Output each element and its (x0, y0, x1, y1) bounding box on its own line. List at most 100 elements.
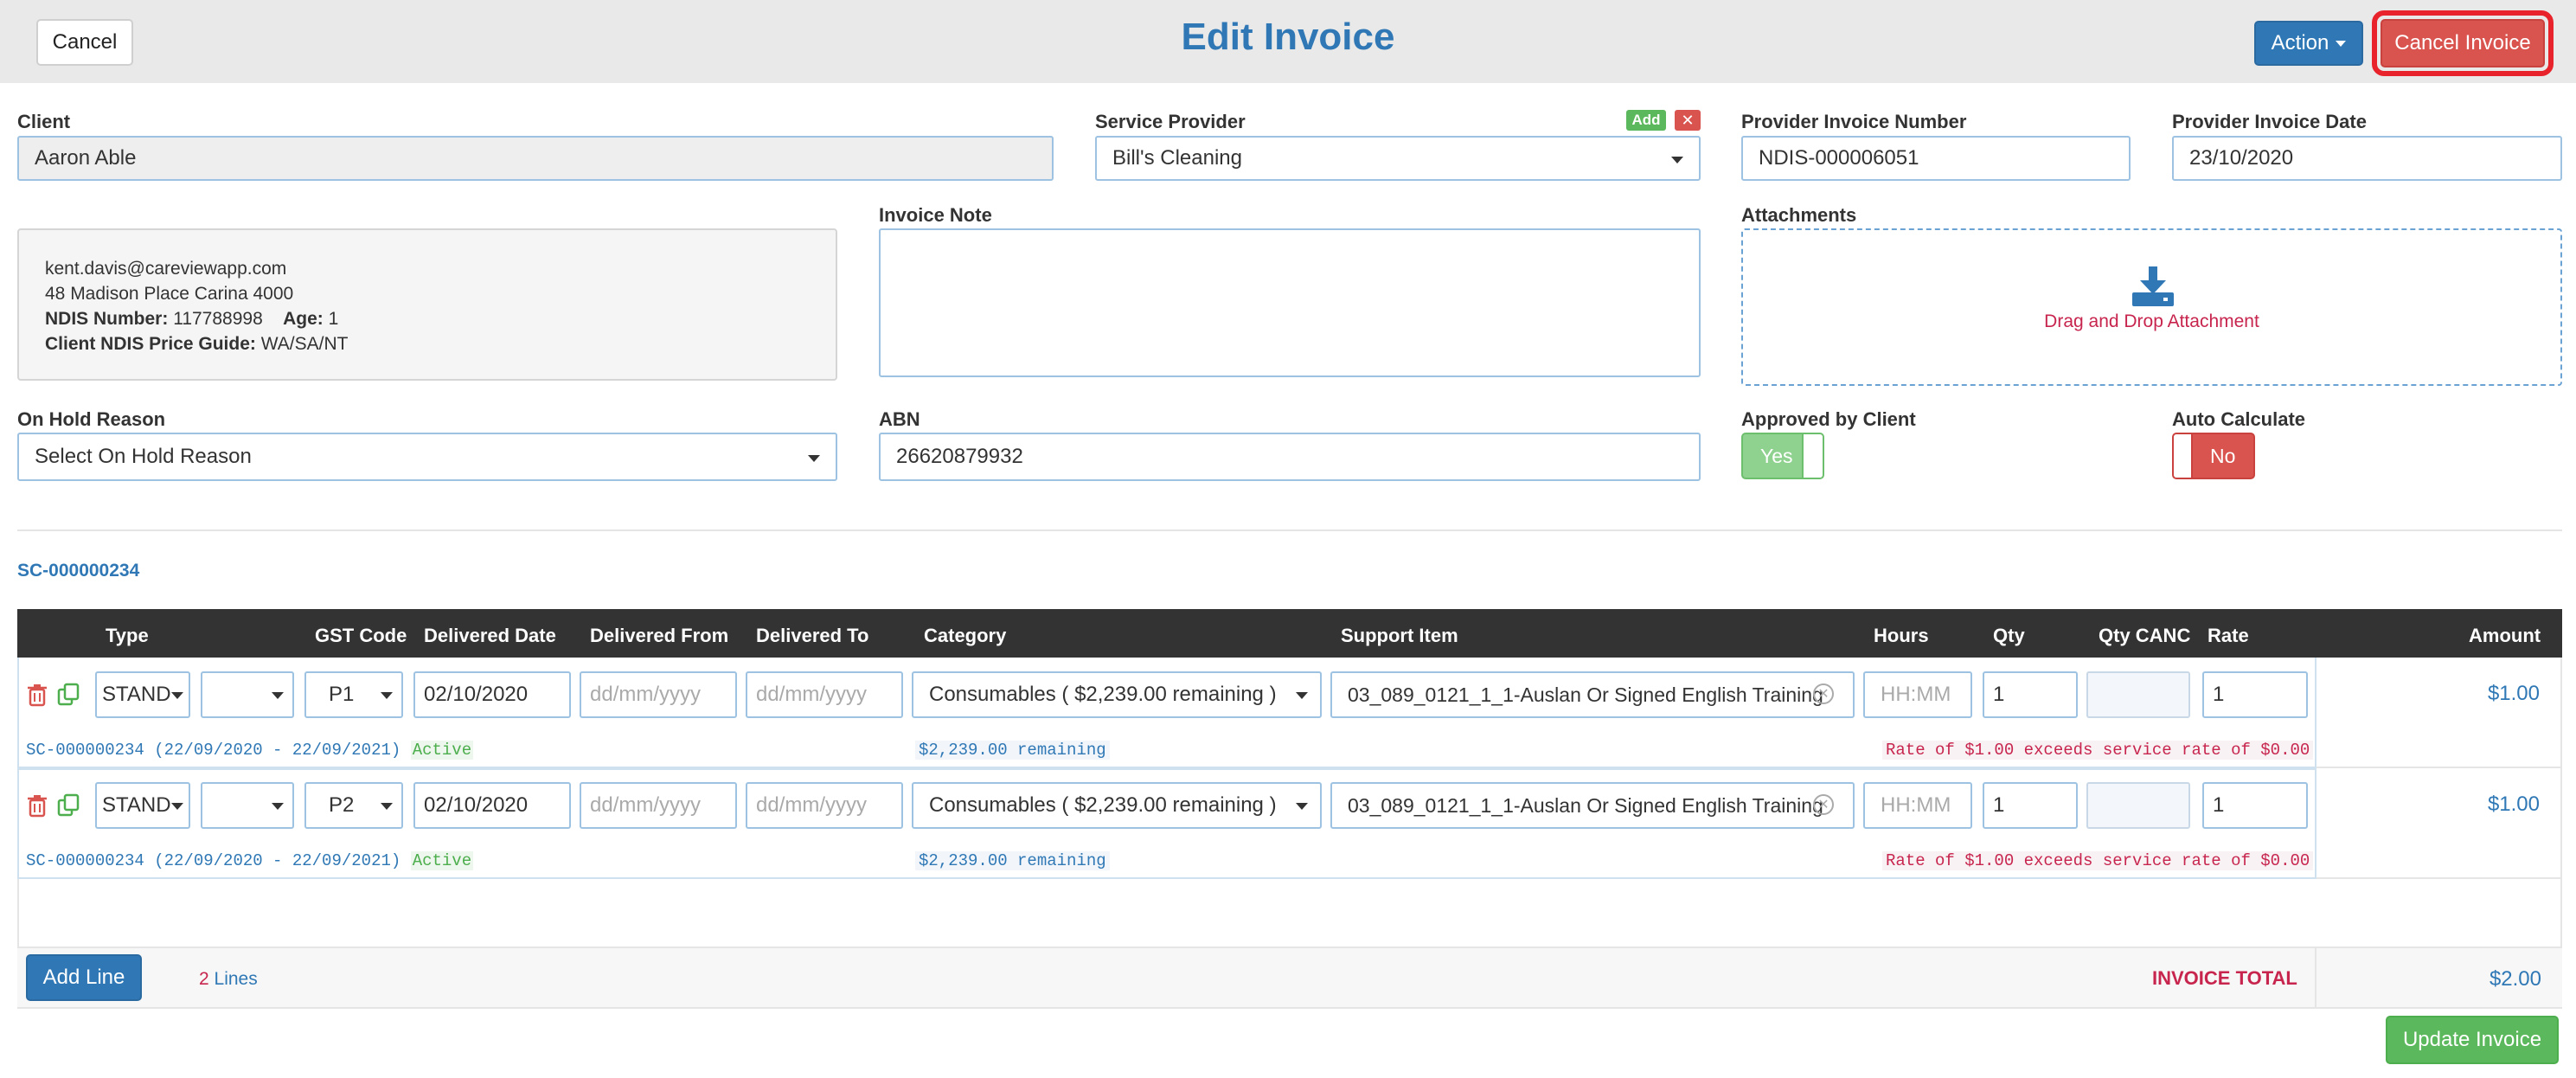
on-hold-reason-value: Select On Hold Reason (35, 445, 252, 468)
col-delivered-to: Delivered To (756, 625, 869, 646)
service-provider-select[interactable]: Bill's Cleaning (1095, 136, 1701, 181)
category-select[interactable]: Consumables ( $2,239.00 remaining ) (912, 671, 1322, 718)
add-line-button[interactable]: Add Line (26, 954, 142, 1001)
support-item-value: 03_089_0121_1_1-Auslan Or Signed English… (1348, 793, 1823, 817)
rate-warning: Rate of $1.00 exceeds service rate of $0… (1882, 851, 2314, 870)
invoice-lines-header: Type GST Code Delivered Date Delivered F… (17, 609, 2562, 658)
approved-by-client-label: Approved by Client (1741, 408, 1916, 430)
gst-code-select[interactable]: P1 (304, 671, 403, 718)
remove-provider-button[interactable]: ✕ (1675, 110, 1701, 131)
update-invoice-button[interactable]: Update Invoice (2386, 1016, 2559, 1064)
empty-row (17, 879, 2562, 946)
total-divider (2315, 948, 2316, 1007)
delivered-from-input[interactable]: dd/mm/yyyy (580, 671, 737, 718)
gst-extra-select[interactable] (201, 671, 294, 718)
service-provider-label: Service Provider (1095, 111, 1246, 132)
line-amount: $1.00 (2487, 682, 2540, 705)
delivered-to-input[interactable]: dd/mm/yyyy (746, 782, 903, 829)
action-dropdown-button[interactable]: Action (2254, 21, 2363, 66)
abn-input[interactable]: 26620879932 (879, 433, 1701, 481)
line-contract-info: SC-000000234 (22/09/2020 - 22/09/2021) A… (26, 851, 474, 870)
delivered-date-input[interactable]: 02/10/2020 (413, 782, 571, 829)
ndis-number-value: 117788998 (173, 309, 263, 329)
client-field: Aaron Able (17, 136, 1054, 181)
invoice-total-value: $2.00 (2489, 967, 2541, 991)
remaining-amount: $2,239.00 (919, 741, 1008, 760)
trash-icon[interactable] (24, 682, 50, 708)
hours-input[interactable]: HH:MM (1863, 671, 1972, 718)
qty-input[interactable]: 1 (1983, 782, 2078, 829)
col-delivered-date: Delivered Date (424, 625, 556, 646)
qty-canc-input (2086, 782, 2190, 829)
invoice-footer-row: INVOICE TOTAL $2.00 2 Lines (17, 946, 2562, 1009)
chevron-down-icon (171, 692, 183, 699)
support-item-select[interactable]: 03_089_0121_1_1-Auslan Or Signed English… (1330, 782, 1855, 829)
toggle-knob (1802, 434, 1823, 478)
category-remaining: $2,239.00 remaining (915, 851, 1110, 870)
lines-count-number: 2 (199, 969, 209, 989)
amount-cell: $1.00 (2316, 768, 2562, 879)
delivered-to-input[interactable]: dd/mm/yyyy (746, 671, 903, 718)
copy-icon[interactable] (55, 792, 81, 818)
delivered-date-input[interactable]: 02/10/2020 (413, 671, 571, 718)
on-hold-reason-select[interactable]: Select On Hold Reason (17, 433, 837, 481)
hours-input[interactable]: HH:MM (1863, 782, 1972, 829)
rate-input[interactable]: 1 (2202, 671, 2308, 718)
clear-icon[interactable]: ✕ (1813, 794, 1834, 815)
client-info-card: kent.davis@careviewapp.com 48 Madison Pl… (17, 228, 837, 381)
chevron-down-icon (381, 692, 393, 699)
attachment-dropzone[interactable]: Drag and Drop Attachment (1741, 228, 2562, 386)
client-price-guide-row: Client NDIS Price Guide: WA/SA/NT (45, 331, 810, 356)
gst-extra-select[interactable] (201, 782, 294, 829)
qty-input[interactable]: 1 (1983, 671, 2078, 718)
client-email: kent.davis@careviewapp.com (45, 259, 287, 279)
client-address: 48 Madison Place Carina 4000 (45, 284, 294, 304)
download-icon (2132, 266, 2174, 306)
remaining-amount: $2,239.00 (919, 851, 1008, 870)
status-badge: Active (410, 851, 474, 870)
category-select[interactable]: Consumables ( $2,239.00 remaining ) (912, 782, 1322, 829)
gst-code-value: P1 (329, 683, 355, 706)
cancel-invoice-button[interactable]: Cancel Invoice (2381, 19, 2545, 67)
toggle-knob (2174, 434, 2193, 478)
approved-by-client-toggle[interactable]: Yes (1741, 433, 1824, 479)
col-delivered-from: Delivered From (590, 625, 729, 646)
rate-warning: Rate of $1.00 exceeds service rate of $0… (1882, 741, 2314, 760)
service-contract-link[interactable]: SC-000000234 (17, 561, 139, 581)
col-hours: Hours (1874, 625, 1929, 646)
provider-invoice-date-input[interactable]: 23/10/2020 (2172, 136, 2562, 181)
trash-icon[interactable] (24, 792, 50, 818)
page-title: Edit Invoice (1181, 16, 1395, 58)
category-value: Consumables ( $2,239.00 remaining ) (929, 683, 1277, 706)
support-item-select[interactable]: 03_089_0121_1_1-Auslan Or Signed English… (1330, 671, 1855, 718)
type-value: STAND (102, 793, 171, 817)
invoice-note-textarea[interactable] (879, 228, 1701, 377)
provider-invoice-number-input[interactable]: NDIS-000006051 (1741, 136, 2131, 181)
rate-input[interactable]: 1 (2202, 782, 2308, 829)
provider-invoice-number-label: Provider Invoice Number (1741, 111, 1967, 132)
action-label: Action (2271, 31, 2329, 55)
auto-calculate-toggle[interactable]: No (2172, 433, 2255, 479)
invoice-note-label: Invoice Note (879, 204, 992, 226)
add-provider-button[interactable]: Add (1626, 110, 1666, 131)
type-select[interactable]: STAND (95, 782, 190, 829)
copy-icon[interactable] (55, 682, 81, 708)
chevron-down-icon (272, 803, 284, 810)
delivered-from-input[interactable]: dd/mm/yyyy (580, 782, 737, 829)
gst-code-select[interactable]: P2 (304, 782, 403, 829)
lines-count: 2 Lines (199, 969, 258, 990)
attachment-hint: Drag and Drop Attachment (2044, 311, 2259, 331)
attachments-label: Attachments (1741, 204, 1857, 226)
clear-icon[interactable]: ✕ (1813, 683, 1834, 704)
amount-cell: $1.00 (2316, 658, 2562, 768)
col-qty-canc: Qty CANC (2099, 625, 2191, 646)
invoice-total-label: INVOICE TOTAL (2152, 967, 2297, 989)
gst-code-value: P2 (329, 793, 355, 817)
support-item-value: 03_089_0121_1_1-Auslan Or Signed English… (1348, 683, 1823, 706)
price-guide-label: Client NDIS Price Guide: (45, 334, 256, 354)
chevron-down-icon (272, 692, 284, 699)
type-select[interactable]: STAND (95, 671, 190, 718)
col-rate: Rate (2208, 625, 2249, 646)
chevron-down-icon (808, 455, 820, 462)
col-category: Category (924, 625, 1007, 646)
